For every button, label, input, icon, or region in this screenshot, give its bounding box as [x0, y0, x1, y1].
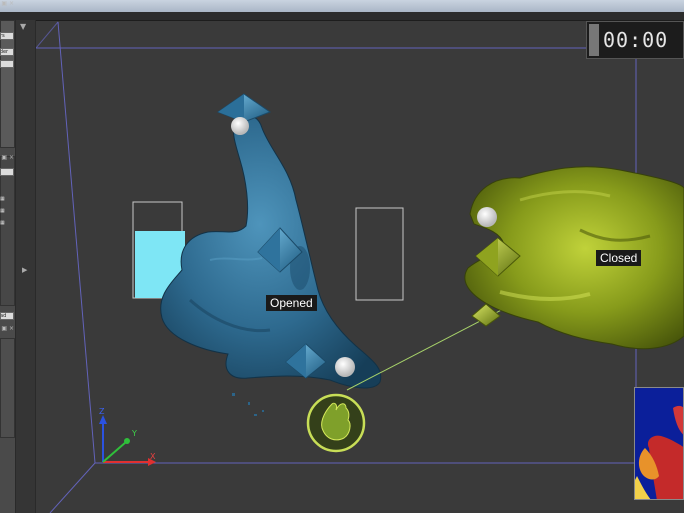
timer-display: 00:00 — [586, 21, 684, 59]
closed-hand-model — [464, 166, 684, 350]
hand-cursor-icon — [306, 393, 366, 453]
left-panel: ers ilder ▦ ▦ ▦ oad — [0, 20, 16, 513]
closed-label: Closed — [596, 250, 642, 266]
panel-section-bottom — [0, 338, 15, 438]
open-hand-model — [160, 93, 382, 389]
panel-button-3[interactable] — [0, 60, 14, 68]
closed-finger-marker — [477, 207, 497, 227]
depth-map-image — [635, 388, 683, 499]
panel-float-close-icon[interactable]: ▣ × — [0, 0, 14, 8]
panel-float-close-icon-2[interactable]: ▣ × — [0, 154, 14, 162]
panel-float-close-icon-3[interactable]: ▣ × — [0, 325, 14, 333]
thumb-tip-marker — [335, 357, 355, 377]
axis-z-label: Z — [99, 407, 105, 416]
panel-button-2[interactable]: ilder — [0, 48, 14, 56]
panel-section-middle — [0, 156, 15, 306]
panel-button-4[interactable] — [0, 168, 14, 176]
timer-indicator — [589, 24, 599, 56]
load-button[interactable]: oad — [0, 312, 14, 320]
3d-viewport[interactable]: Z Y X — [36, 21, 684, 513]
grid-icon-3[interactable]: ▦ — [0, 220, 5, 226]
toolbar-strip — [0, 12, 684, 21]
timer-text: 00:00 — [603, 28, 669, 52]
depth-camera-preview — [634, 387, 684, 500]
grid-icon-1[interactable]: ▦ — [0, 196, 5, 202]
grid-icon-2[interactable]: ▦ — [0, 208, 5, 214]
finger-tip-marker — [231, 117, 249, 135]
axis-x-label: X — [150, 452, 156, 461]
panel-button-1[interactable]: ers — [0, 32, 14, 40]
collapse-arrow-icon[interactable]: ▼ — [20, 22, 26, 31]
target-frame — [355, 207, 404, 301]
opened-label: Opened — [266, 295, 317, 311]
axis-y-label: Y — [131, 429, 137, 438]
expand-arrow-icon[interactable]: ▶ — [22, 266, 27, 274]
axis-gizmo-icon — [99, 415, 156, 466]
